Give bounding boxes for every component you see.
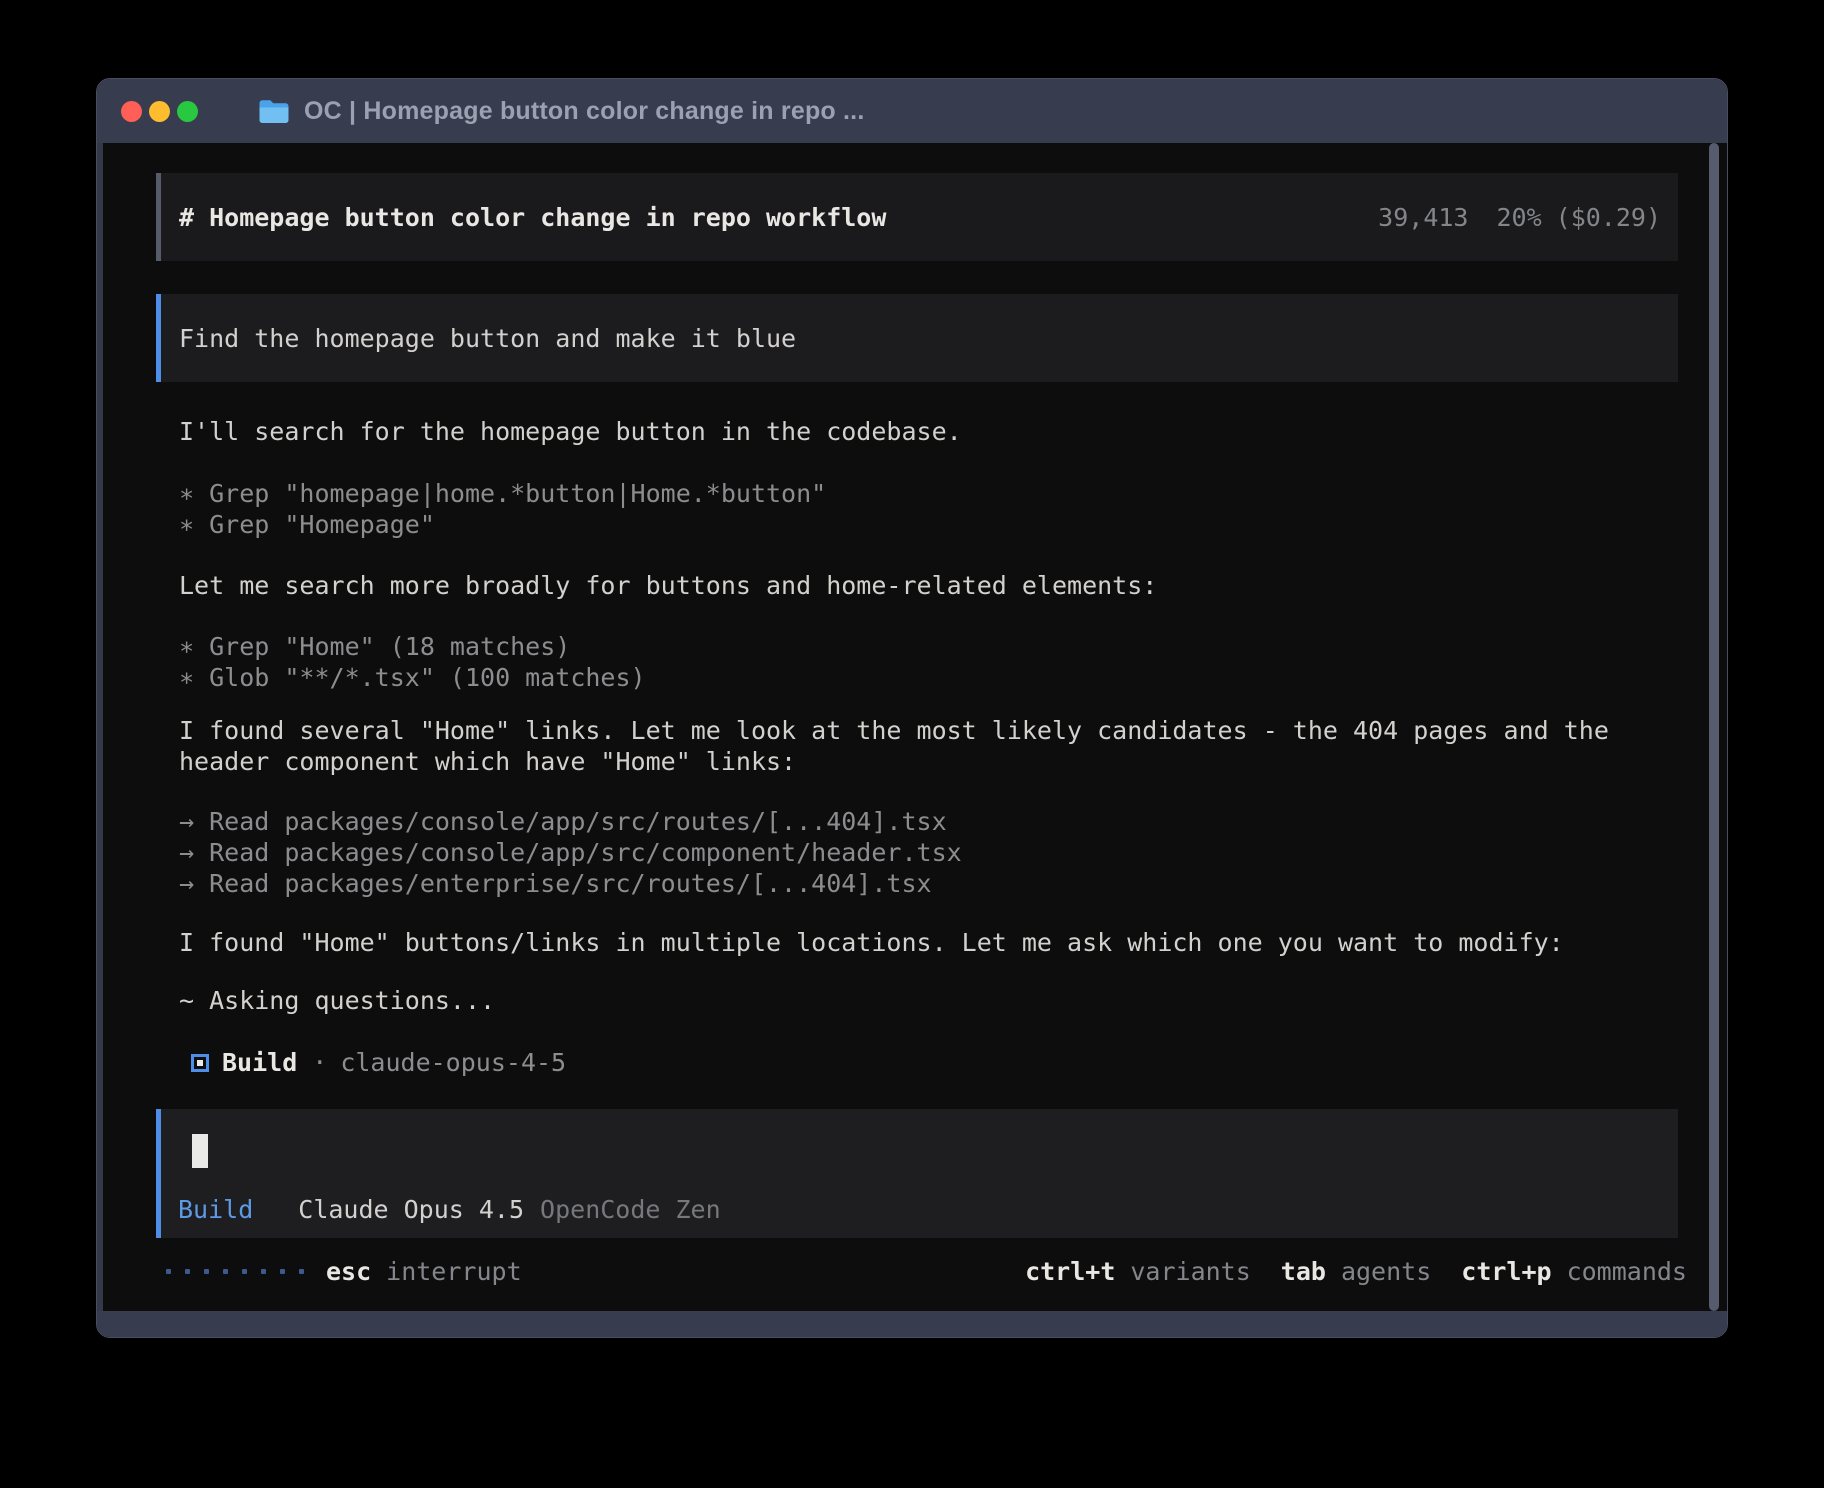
model-name: claude-opus-4-5 <box>340 1047 566 1078</box>
separator-dot: · <box>312 1047 327 1078</box>
session-cost: ($0.29) <box>1556 202 1661 233</box>
titlebar[interactable]: OC | Homepage button color change in rep… <box>97 79 1727 143</box>
shortcut-label: commands <box>1567 1256 1687 1287</box>
shortcut-key: tab <box>1281 1256 1326 1287</box>
window-title: OC | Homepage button color change in rep… <box>304 97 864 126</box>
session-stats: 39,413 20% ($0.29) <box>1378 202 1661 233</box>
close-button[interactable] <box>121 101 142 122</box>
shortcut-variants: ctrl+t variants <box>1025 1256 1251 1287</box>
folder-icon <box>258 98 290 125</box>
shortcut-label-interrupt: interrupt <box>386 1256 521 1287</box>
shortcut-key: ctrl+t <box>1025 1256 1115 1287</box>
window-bottom-edge <box>97 1311 1727 1337</box>
traffic-lights <box>97 101 198 122</box>
input-provider-label: OpenCode Zen <box>540 1194 721 1225</box>
text-cursor <box>192 1134 208 1168</box>
tool-call-read: → Read packages/enterprise/src/routes/[.… <box>179 868 932 899</box>
input-agent-label: Build <box>178 1194 253 1225</box>
context-percent: 20% <box>1496 202 1541 233</box>
assistant-text: Let me search more broadly for buttons a… <box>179 570 1157 601</box>
user-message-text: Find the homepage button and make it blu… <box>179 323 796 354</box>
input-status-row: Build Claude Opus 4.5 OpenCode Zen <box>178 1194 721 1225</box>
assistant-text: I'll search for the homepage button in t… <box>179 416 962 447</box>
input-model-label: Claude Opus 4.5 <box>298 1194 524 1225</box>
agent-status-line: Build · claude-opus-4-5 <box>191 1047 566 1078</box>
tool-call-grep: ∗ Grep "Homepage" <box>179 509 435 540</box>
assistant-text: I found "Home" buttons/links in multiple… <box>179 927 1564 958</box>
shortcut-key: ctrl+p <box>1461 1256 1551 1287</box>
agent-square-icon <box>191 1054 209 1072</box>
footer-bar: esc interrupt ctrl+t variants tab agents… <box>97 1256 1727 1287</box>
footer-right: ctrl+t variants tab agents ctrl+p comman… <box>1025 1256 1687 1287</box>
tool-call-read: → Read packages/console/app/src/componen… <box>179 837 962 868</box>
shortcut-key-esc: esc <box>326 1256 371 1287</box>
desktop: OC | Homepage button color change in rep… <box>0 0 1824 1488</box>
shortcut-agents: tab agents <box>1281 1256 1431 1287</box>
footer-left: esc interrupt <box>166 1256 522 1287</box>
shortcut-label: agents <box>1341 1256 1431 1287</box>
session-header: # Homepage button color change in repo w… <box>156 173 1678 261</box>
spinner-dots-icon <box>166 1269 304 1274</box>
tool-call-read: → Read packages/console/app/src/routes/[… <box>179 806 947 837</box>
title-group: OC | Homepage button color change in rep… <box>258 97 864 126</box>
zoom-button[interactable] <box>177 101 198 122</box>
tool-call-grep: ∗ Grep "Home" (18 matches) <box>179 631 570 662</box>
shortcut-label: variants <box>1130 1256 1250 1287</box>
session-title: # Homepage button color change in repo w… <box>179 202 886 233</box>
assistant-text: I found several "Home" links. Let me loo… <box>179 715 1629 777</box>
token-count: 39,413 <box>1378 202 1468 233</box>
tool-call-grep: ∗ Grep "homepage|home.*button|Home.*butt… <box>179 478 826 509</box>
scrollbar[interactable] <box>1709 143 1719 1311</box>
tool-call-glob: ∗ Glob "**/*.tsx" (100 matches) <box>179 662 646 693</box>
terminal-window: OC | Homepage button color change in rep… <box>96 78 1728 1338</box>
shortcut-commands: ctrl+p commands <box>1461 1256 1687 1287</box>
window-left-edge <box>97 143 103 1311</box>
user-message: Find the homepage button and make it blu… <box>156 294 1678 382</box>
minimize-button[interactable] <box>149 101 170 122</box>
prompt-input[interactable]: Build Claude Opus 4.5 OpenCode Zen <box>156 1109 1678 1238</box>
agent-name: Build <box>222 1047 297 1078</box>
assistant-status: ~ Asking questions... <box>179 985 495 1016</box>
